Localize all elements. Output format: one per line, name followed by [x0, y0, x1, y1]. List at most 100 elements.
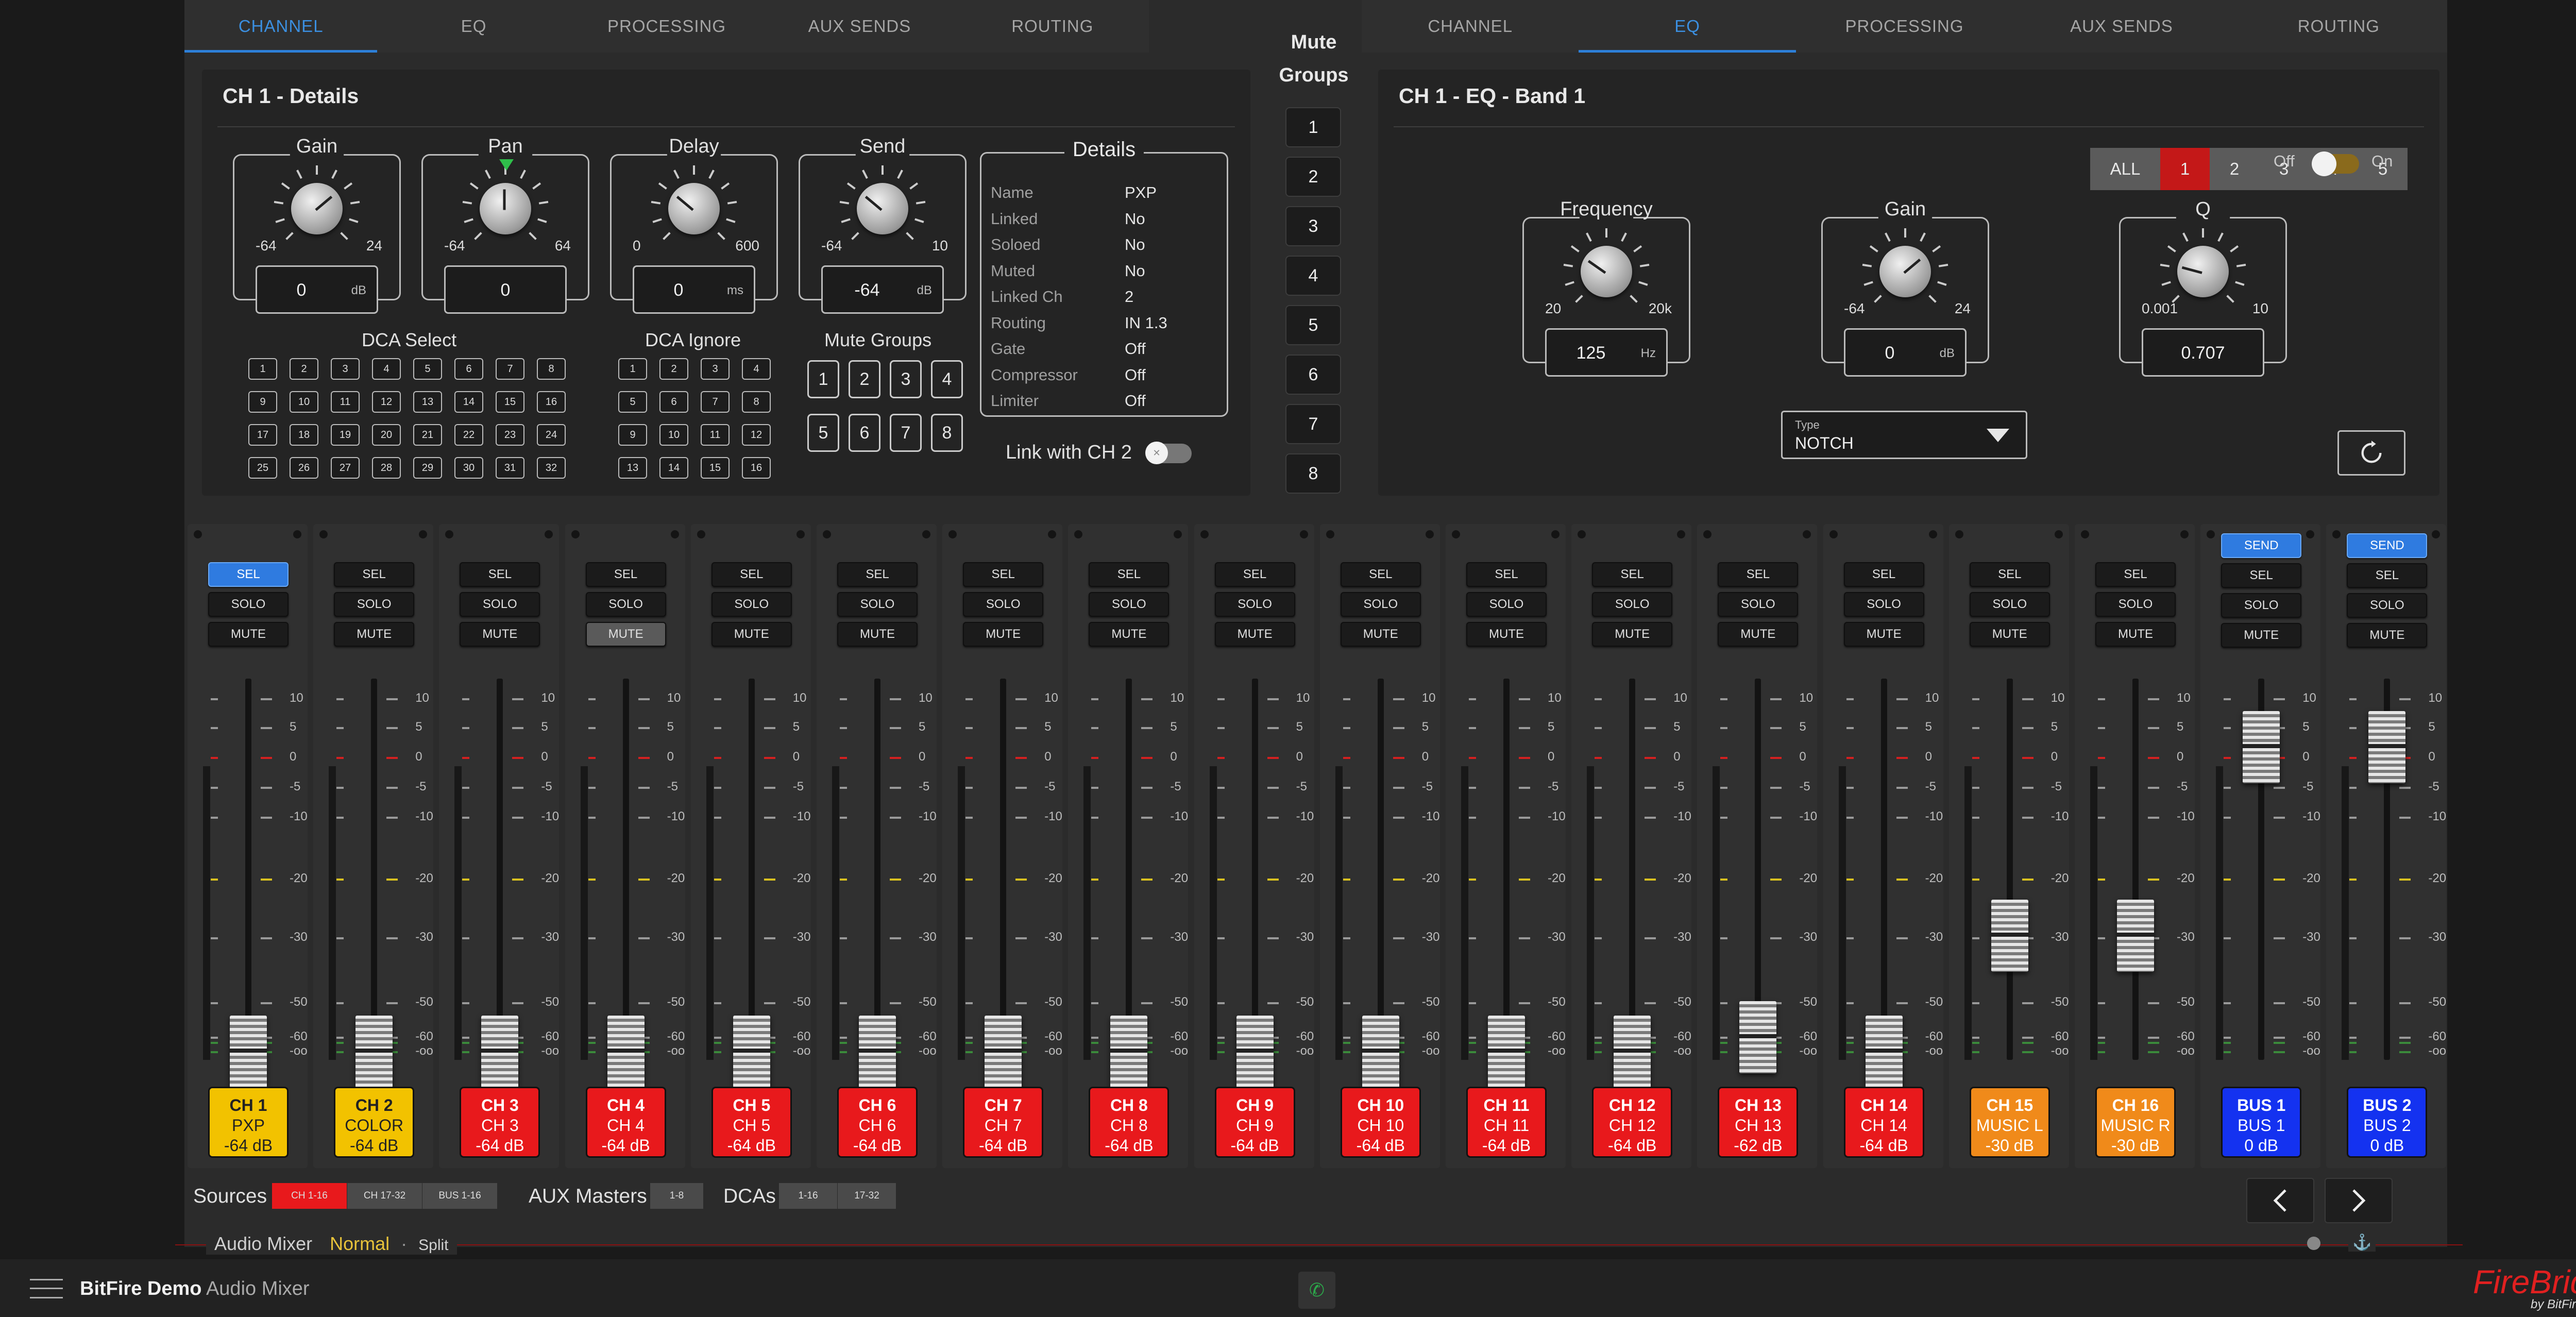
dca-select-3[interactable]: 3	[331, 358, 360, 380]
fader-handle[interactable]	[1865, 1016, 1903, 1088]
channel-label[interactable]: CH 5 CH 5 -64 dB	[711, 1087, 792, 1158]
link-toggle[interactable]: ✕	[1145, 442, 1192, 464]
channel-label[interactable]: CH 14 CH 14 -64 dB	[1843, 1087, 1924, 1158]
solo-button[interactable]: SOLO	[963, 592, 1044, 617]
solo-button[interactable]: SOLO	[837, 592, 918, 617]
fader-handle[interactable]	[2368, 711, 2406, 783]
channel-label[interactable]: CH 3 CH 3 -64 dB	[460, 1087, 540, 1158]
tab-channel[interactable]: CHANNEL	[184, 0, 378, 53]
dca-select-13[interactable]: 13	[413, 391, 442, 413]
mute-group-toggle-2[interactable]: 2	[849, 360, 880, 398]
tab-channel[interactable]: CHANNEL	[1362, 0, 1579, 53]
dca-select-4[interactable]: 4	[372, 358, 401, 380]
fader-handle[interactable]	[1236, 1016, 1274, 1088]
next-page-button[interactable]	[2325, 1178, 2393, 1223]
mute-group-toggle-4[interactable]: 4	[931, 360, 963, 398]
channel-label[interactable]: BUS 2 BUS 20 dB	[2347, 1087, 2428, 1158]
fader-handle[interactable]	[481, 1016, 519, 1088]
fader-handle[interactable]	[1739, 1001, 1777, 1073]
dcas-option-17-32[interactable]: 17-32	[838, 1183, 896, 1209]
dca-select-32[interactable]: 32	[537, 457, 566, 479]
sel-button[interactable]: SEL	[208, 562, 289, 587]
view-normal-option[interactable]: Normal	[330, 1233, 389, 1254]
channel-label[interactable]: CH 13 CH 13 -62 dB	[1718, 1087, 1799, 1158]
view-split-option[interactable]: Split	[418, 1237, 448, 1254]
solo-button[interactable]: SOLO	[1089, 592, 1170, 617]
mute-group-toggle-7[interactable]: 7	[890, 414, 922, 452]
channel-label[interactable]: BUS 1 BUS 10 dB	[2221, 1087, 2302, 1158]
mute-group-button-8[interactable]: 8	[1285, 453, 1341, 494]
dca-select-22[interactable]: 22	[454, 424, 483, 446]
dca-select-21[interactable]: 21	[413, 424, 442, 446]
dca-ignore-10[interactable]: 10	[659, 424, 688, 446]
solo-button[interactable]: SOLO	[1592, 592, 1673, 617]
mute-group-button-3[interactable]: 3	[1285, 206, 1341, 246]
dca-ignore-9[interactable]: 9	[618, 424, 647, 446]
dca-ignore-16[interactable]: 16	[742, 457, 771, 479]
dca-select-28[interactable]: 28	[372, 457, 401, 479]
mute-group-button-6[interactable]: 6	[1285, 354, 1341, 395]
fader-handle[interactable]	[2243, 711, 2280, 783]
dca-ignore-1[interactable]: 1	[618, 358, 647, 380]
dca-ignore-6[interactable]: 6	[659, 391, 688, 413]
fader-handle[interactable]	[1991, 899, 2028, 972]
solo-button[interactable]: SOLO	[2221, 593, 2302, 618]
channel-label[interactable]: CH 10 CH 10 -64 dB	[1340, 1087, 1421, 1158]
mute-button[interactable]: MUTE	[2221, 623, 2302, 648]
fader-handle[interactable]	[733, 1016, 770, 1088]
mute-button[interactable]: MUTE	[585, 622, 666, 647]
dca-select-15[interactable]: 15	[496, 391, 524, 413]
dca-select-17[interactable]: 17	[248, 424, 277, 446]
menu-icon[interactable]	[30, 1279, 63, 1298]
solo-button[interactable]: SOLO	[1718, 592, 1799, 617]
band-button-2[interactable]: 2	[2210, 148, 2259, 190]
sel-button[interactable]: SEL	[1214, 562, 1295, 587]
channel-label[interactable]: CH 9 CH 9 -64 dB	[1214, 1087, 1295, 1158]
eq-enable-toggle[interactable]	[2312, 151, 2359, 176]
solo-button[interactable]: SOLO	[1214, 592, 1295, 617]
solo-button[interactable]: SOLO	[334, 592, 415, 617]
mute-button[interactable]: MUTE	[711, 622, 792, 647]
fader-handle[interactable]	[1362, 1016, 1399, 1088]
mute-group-toggle-5[interactable]: 5	[807, 414, 839, 452]
dca-select-12[interactable]: 12	[372, 391, 401, 413]
dca-ignore-14[interactable]: 14	[659, 457, 688, 479]
solo-button[interactable]: SOLO	[585, 592, 666, 617]
sel-button[interactable]: SEL	[1592, 562, 1673, 587]
q-control-knob[interactable]	[2177, 246, 2229, 297]
dca-ignore-8[interactable]: 8	[742, 391, 771, 413]
mute-group-button-7[interactable]: 7	[1285, 404, 1341, 444]
mute-button[interactable]: MUTE	[1340, 622, 1421, 647]
mute-button[interactable]: MUTE	[460, 622, 540, 647]
sel-button[interactable]: SEL	[2347, 563, 2428, 588]
mute-button[interactable]: MUTE	[1592, 622, 1673, 647]
dca-select-6[interactable]: 6	[454, 358, 483, 380]
tab-eq[interactable]: EQ	[377, 0, 570, 53]
mute-button[interactable]: MUTE	[2095, 622, 2176, 647]
channel-label[interactable]: CH 7 CH 7 -64 dB	[963, 1087, 1044, 1158]
fader-handle[interactable]	[1614, 1016, 1651, 1088]
channel-label[interactable]: CH 16 MUSIC R -30 dB	[2095, 1087, 2176, 1158]
sources-option-ch-1-16[interactable]: CH 1-16	[272, 1183, 347, 1209]
tab-aux-sends[interactable]: AUX SENDS	[2013, 0, 2230, 53]
dca-select-11[interactable]: 11	[331, 391, 360, 413]
dca-select-27[interactable]: 27	[331, 457, 360, 479]
pan-control-value-field[interactable]: 0	[444, 265, 567, 314]
solo-button[interactable]: SOLO	[711, 592, 792, 617]
tab-processing[interactable]: PROCESSING	[1796, 0, 2013, 53]
dca-ignore-12[interactable]: 12	[742, 424, 771, 446]
channel-label[interactable]: CH 8 CH 8 -64 dB	[1089, 1087, 1170, 1158]
gain-control-knob[interactable]	[291, 183, 343, 234]
dca-select-7[interactable]: 7	[496, 358, 524, 380]
mute-group-toggle-3[interactable]: 3	[890, 360, 922, 398]
dca-select-29[interactable]: 29	[413, 457, 442, 479]
frequency-control-value-field[interactable]: 125 Hz	[1545, 328, 1668, 377]
mute-button[interactable]: MUTE	[1214, 622, 1295, 647]
eq-gain-control-value-field[interactable]: 0 dB	[1844, 328, 1967, 377]
solo-button[interactable]: SOLO	[208, 592, 289, 617]
mute-button[interactable]: MUTE	[1843, 622, 1924, 647]
mute-button[interactable]: MUTE	[1969, 622, 2050, 647]
sel-button[interactable]: SEL	[2221, 563, 2302, 588]
send-button[interactable]: SEND	[2221, 533, 2302, 558]
sources-option-ch-17-32[interactable]: CH 17-32	[347, 1183, 422, 1209]
